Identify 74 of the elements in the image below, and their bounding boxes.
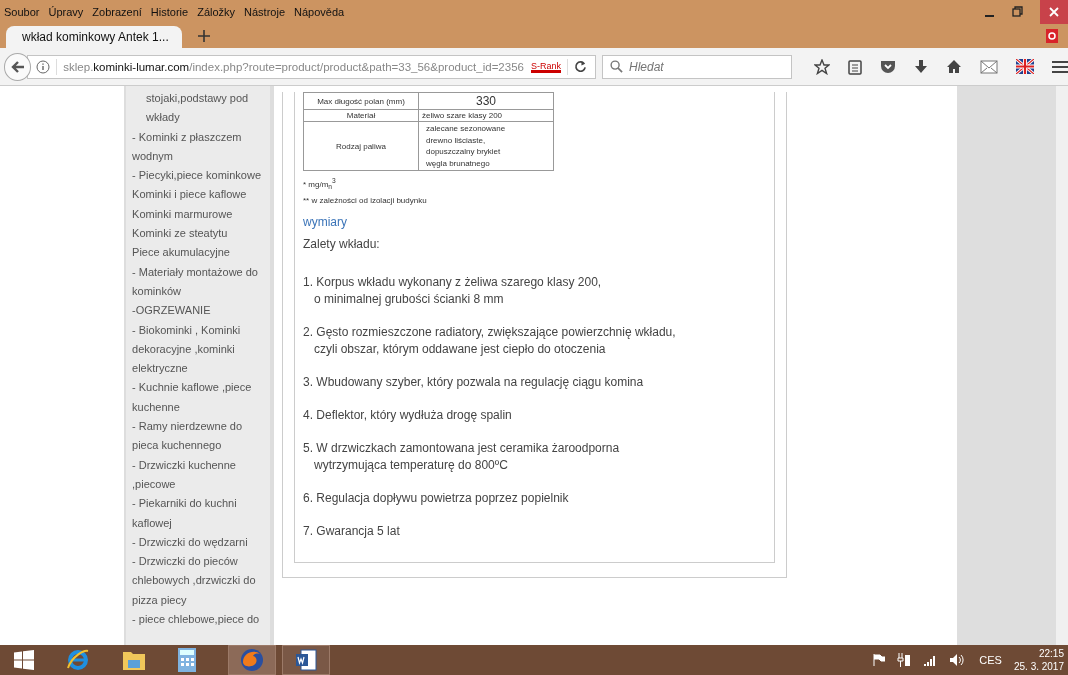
category-link[interactable]: Piece akumulacyjne <box>132 243 270 263</box>
feature-item: 4. Deflektor, który wydłuża drogę spalin <box>303 407 513 425</box>
menu-item[interactable]: Zobrazení <box>92 6 142 18</box>
category-link[interactable]: - Biokominki , Kominki dekoracyjne ,kominki elektryczne <box>132 320 270 379</box>
info-icon[interactable] <box>36 59 51 74</box>
new-tab-icon[interactable] <box>198 30 210 42</box>
section-heading: Zalety wkładu: <box>303 237 381 252</box>
menu-item[interactable]: Historie <box>150 6 189 18</box>
browser-icon[interactable] <box>66 648 90 672</box>
category-link[interactable]: -OGRZEWANIE <box>132 301 270 321</box>
feature-item: 5. W drzwiczkach zamontowana jest ceramika żaroodporna wytrzymująca temperaturę do 800ºC <box>303 440 621 475</box>
clipboard-icon[interactable] <box>848 58 862 75</box>
close-button[interactable] <box>1040 0 1068 24</box>
scrollbar[interactable] <box>1056 86 1068 645</box>
category-link[interactable]: - Kuchnie kaflowe ,piece kuchenne <box>132 378 270 418</box>
table-cell: zalecane sezonowane drewno liściaste, dopuszczalny brykiet węgla brunatnego <box>418 121 554 171</box>
home-icon[interactable] <box>946 59 962 74</box>
feature-item: 1. Korpus wkładu wykonany z żeliwa szarego klasy 200, o minimalnej grubości ścianki 8 mm <box>303 274 603 309</box>
menu-item[interactable]: Nápověda <box>294 6 345 18</box>
arrow-icon[interactable] <box>10 59 25 74</box>
language-indicator[interactable]: CES <box>979 654 1002 666</box>
category-link[interactable]: stojaki,podstawy pod wkłady <box>132 89 270 128</box>
menu-icon[interactable] <box>1052 59 1068 74</box>
back-button[interactable] <box>4 52 32 81</box>
windows-icon[interactable] <box>14 650 34 670</box>
table-cell: Materiał <box>303 109 419 122</box>
folder-icon[interactable] <box>122 649 146 671</box>
table-cell: żeliwo szare klasy 200 <box>418 109 554 122</box>
address-field[interactable]: sklep.kominki-lumar.com/index.php?route=product/product&path=33_56&product_id=2356 S-Rank <box>27 54 596 79</box>
menu-item[interactable]: Záložky <box>197 6 236 18</box>
dimensions-link[interactable]: wymiary <box>303 215 766 230</box>
clock-date[interactable]: 25. 3. 2017 <box>1013 660 1064 673</box>
rank-badge[interactable]: S-Rank <box>531 60 561 73</box>
menu-item[interactable]: Nástroje <box>244 6 286 18</box>
category-link[interactable]: Kominki marmurowe <box>132 204 270 225</box>
close-icon[interactable] <box>1049 7 1059 17</box>
category-link[interactable]: - Piekarniki do kuchni kaflowej <box>132 494 270 533</box>
document-icon[interactable] <box>295 649 317 671</box>
category-link[interactable]: - Piecyki,piece kominkowe <box>132 166 270 186</box>
category-link[interactable]: - Drzwiczki do pieców chlebowych ,drzwiczki do pizza piecy <box>132 552 270 610</box>
taskbar-button[interactable] <box>282 645 330 675</box>
table-cell: Max długość polan (mm) <box>303 92 419 110</box>
browser-tab[interactable]: wkład kominkowy Antek 1... <box>6 26 182 48</box>
menu-item[interactable]: Úpravy <box>48 6 84 18</box>
download-icon[interactable] <box>914 58 928 75</box>
flag-icon[interactable] <box>1016 59 1034 74</box>
extension-icon[interactable] <box>1046 29 1058 43</box>
table-cell: 330 <box>418 92 554 110</box>
category-link[interactable]: - Kominki z płaszczem wodnym <box>132 127 270 167</box>
category-link[interactable]: Kominki i piece kaflowe <box>132 185 270 205</box>
category-link[interactable]: - Drzwiczki do wędzarni <box>132 532 270 553</box>
footnote: ** w zależności od izolacji budynku <box>303 196 428 206</box>
feature-item: 2. Gęsto rozmieszczone radiatory, zwiększające powierzchnię wkładu, czyli obszar, którym oddawane jest ciepło do otoczenia <box>303 324 677 359</box>
feature-item: 3. Wbudowany szyber, który pozwala na regulację ciągu komina <box>303 374 645 392</box>
menu-item[interactable]: Soubor <box>4 6 40 18</box>
clock-time[interactable]: 22:15 <box>1038 647 1064 660</box>
search-field[interactable]: Hledat <box>602 54 792 79</box>
feature-item: 6. Regulacja dopływu powietrza poprzez popielnik <box>303 490 570 508</box>
feature-item: 7. Gwarancja 5 lat <box>303 523 401 541</box>
battery-icon[interactable] <box>897 653 912 667</box>
table-cell: Rodzaj paliwa <box>303 121 419 171</box>
speaker-icon[interactable] <box>949 653 966 667</box>
star-icon[interactable] <box>814 58 830 75</box>
category-link[interactable]: - piece chlebowe,piece do <box>132 610 270 630</box>
category-link[interactable]: - Drzwiczki kuchenne ,piecowe <box>132 455 270 495</box>
pocket-icon[interactable] <box>880 59 896 74</box>
mail-icon[interactable] <box>980 59 998 74</box>
signal-icon[interactable] <box>923 654 938 666</box>
category-link[interactable]: Kominki ze steatytu <box>132 224 270 244</box>
restore-icon[interactable] <box>1012 6 1024 18</box>
category-link[interactable]: - Materiały montażowe do kominków <box>132 262 270 302</box>
reload-icon[interactable] <box>574 60 587 73</box>
search-icon <box>610 59 623 73</box>
category-link[interactable]: - Ramy nierdzewne do pieca kuchennego <box>132 417 270 456</box>
